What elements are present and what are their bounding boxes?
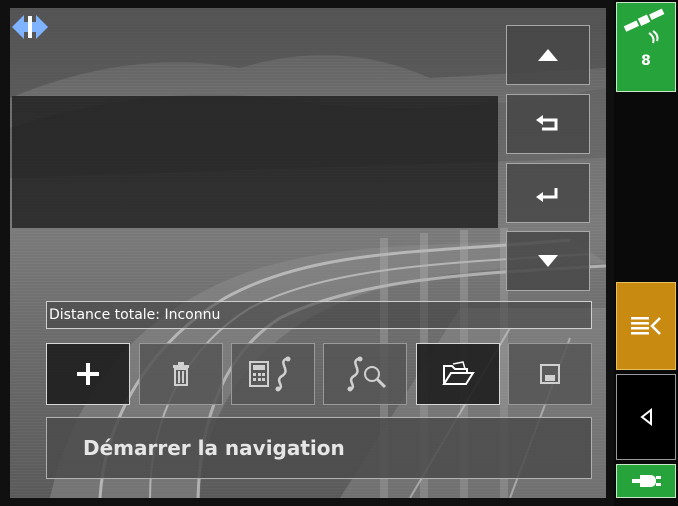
open-route-button[interactable] <box>416 343 500 405</box>
delete-waypoint-button[interactable] <box>139 343 223 405</box>
route-zoom-icon <box>347 356 387 392</box>
menu-list-icon <box>631 317 661 335</box>
floppy-disk-icon <box>540 364 560 384</box>
triangle-up-icon <box>538 49 558 61</box>
triangle-left-icon <box>640 408 652 426</box>
start-navigation-button[interactable]: Démarrer la navigation <box>46 417 592 479</box>
satellite-count: 8 <box>641 53 651 69</box>
menu-button[interactable] <box>616 282 676 370</box>
calculate-route-button[interactable] <box>231 343 315 405</box>
return-left-icon <box>536 115 558 131</box>
plus-icon <box>77 363 99 385</box>
scroll-up-button[interactable] <box>506 25 590 85</box>
total-distance-label: Distance totale: Inconnu <box>46 301 592 329</box>
power-plug-icon <box>632 475 661 487</box>
view-route-button[interactable] <box>323 343 407 405</box>
gps-status-button[interactable]: 8 <box>616 2 676 92</box>
scroll-down-button[interactable] <box>506 231 590 291</box>
route-planner-screen: Distance totale: Inconnu Démarrer la nav… <box>0 0 678 506</box>
move-up-button[interactable] <box>506 94 590 154</box>
triangle-down-icon <box>538 255 558 267</box>
back-button[interactable] <box>616 374 676 460</box>
move-down-button[interactable] <box>506 163 590 223</box>
app-logo-icon <box>12 15 48 39</box>
power-status-button[interactable] <box>616 464 676 498</box>
satellite-icon <box>623 8 665 44</box>
route-waypoint-list[interactable] <box>12 96 498 228</box>
add-waypoint-button[interactable] <box>46 343 130 405</box>
folder-open-icon <box>442 361 475 385</box>
trash-icon <box>173 362 189 386</box>
return-right-icon <box>536 188 558 202</box>
save-route-button[interactable] <box>508 343 592 405</box>
calculator-route-icon <box>249 356 291 392</box>
